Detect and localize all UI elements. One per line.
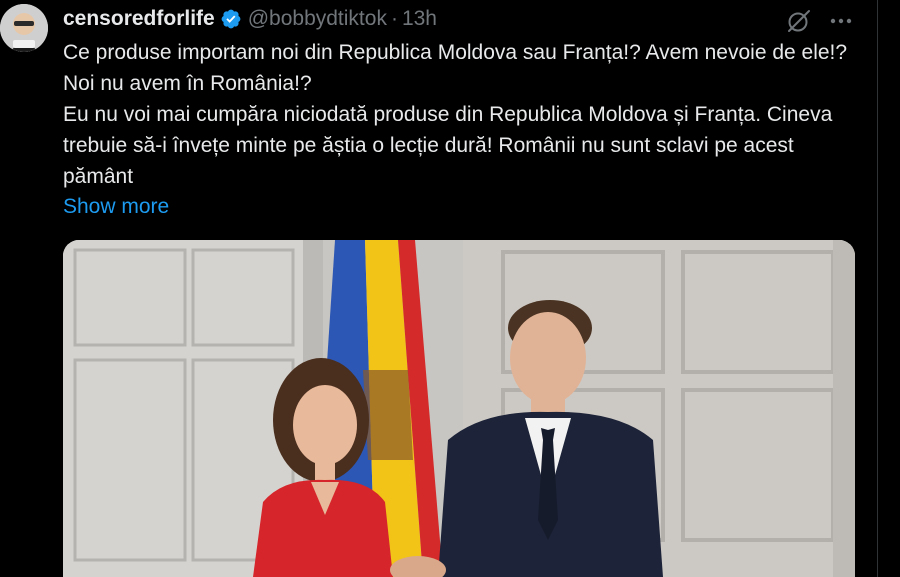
separator-dot: · <box>390 7 398 30</box>
grok-slash-circle-icon[interactable] <box>786 8 812 34</box>
tweet-text: Ce produse importam noi din Republica Mo… <box>63 37 863 192</box>
tweet-media-photo[interactable] <box>63 240 855 577</box>
photo-image <box>63 240 855 577</box>
tweet-header: censoredforlife @bobbydtiktok · 13h <box>63 5 437 33</box>
show-more-link[interactable]: Show more <box>63 191 169 222</box>
tweet-timestamp[interactable]: 13h <box>402 7 437 31</box>
tweet-text-line: Ce produse importam noi din Republica Mo… <box>63 41 848 95</box>
author-handle[interactable]: @bobbydtiktok <box>248 7 387 31</box>
author-display-name[interactable]: censoredforlife <box>63 7 215 31</box>
verified-badge-icon[interactable] <box>220 8 242 30</box>
tweet-text-line: Eu nu voi mai cumpăra niciodată produse … <box>63 103 833 188</box>
tweet[interactable]: censoredforlife @bobbydtiktok · 13h Ce p… <box>0 0 877 577</box>
more-horizontal-icon[interactable] <box>828 8 854 34</box>
timeline-divider <box>877 0 878 577</box>
author-avatar[interactable] <box>0 4 48 52</box>
avatar-image <box>0 4 48 52</box>
